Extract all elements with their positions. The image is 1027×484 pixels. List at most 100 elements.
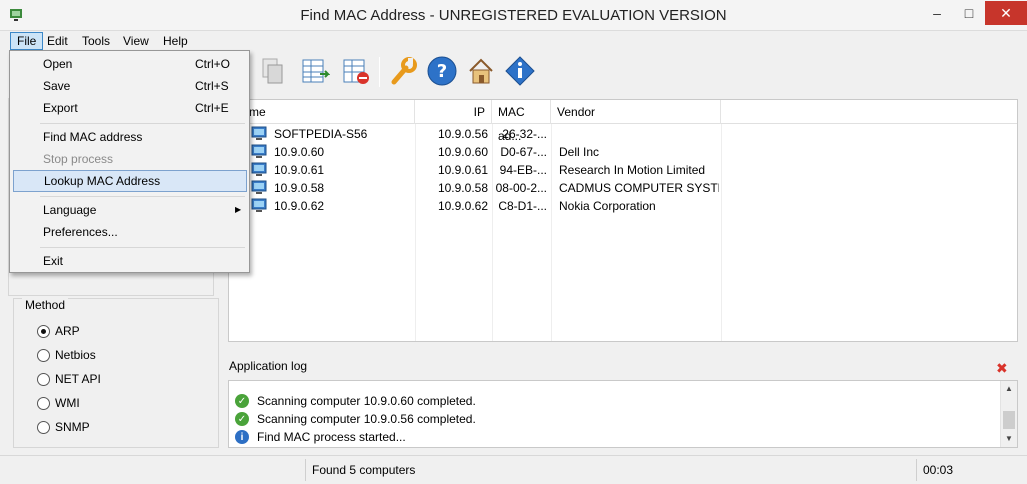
menu-item-label: Language [43, 203, 97, 217]
status-divider [916, 459, 917, 481]
toolbar-separator [379, 57, 380, 87]
log-scrollbar[interactable]: ▲ ▼ [1000, 381, 1017, 447]
radio-netbios[interactable]: Netbios [37, 347, 96, 363]
cell-ip: 10.9.0.61 [437, 163, 488, 177]
menu-bar: File Edit Tools View Help [0, 31, 1027, 51]
menu-item-label: Lookup MAC Address [44, 174, 161, 188]
list-header: me IP MAC ad... Vendor [229, 100, 1017, 143]
radio-arp[interactable]: ARP [37, 323, 80, 339]
menu-item-preferences[interactable]: Preferences... [13, 221, 247, 243]
radio-label: WMI [55, 396, 80, 410]
menu-item-shortcut: Ctrl+S [195, 79, 229, 93]
menu-help[interactable]: Help [157, 32, 194, 50]
results-list[interactable]: me IP MAC ad... Vendor SOFTPEDIA-S56 10.… [228, 99, 1018, 342]
table-row[interactable]: 10.9.0.61 10.9.0.61 94-EB-... Research I… [229, 161, 1017, 179]
radio-label: ARP [55, 324, 80, 338]
svg-text:?: ? [437, 61, 447, 82]
table-row[interactable]: 10.9.0.58 10.9.0.58 08-00-2... CADMUS CO… [229, 179, 1017, 197]
menu-item-language[interactable]: Language ▶ [13, 199, 247, 221]
submenu-arrow-icon: ▶ [235, 205, 242, 214]
file-menu-dropdown: Open Ctrl+O Save Ctrl+S Export Ctrl+E Fi… [9, 50, 250, 273]
cell-vendor: CADMUS COMPUTER SYSTE... [559, 181, 719, 195]
log-entry: i Find MAC process started... [235, 428, 406, 446]
table-row[interactable]: 10.9.0.60 10.9.0.60 D0-67-... Dell Inc [229, 143, 1017, 161]
radio-snmp[interactable]: SNMP [37, 419, 90, 435]
column-header-mac[interactable]: MAC ad... [492, 100, 551, 143]
copy-icon[interactable] [254, 53, 290, 89]
cell-mac: 08-00-2... [495, 181, 547, 195]
menu-item-export[interactable]: Export Ctrl+E [13, 97, 247, 119]
cell-ip: 10.9.0.56 [437, 127, 488, 141]
cell-mac: 26-32-... [502, 127, 547, 141]
minimize-button[interactable]: – [923, 1, 951, 25]
cell-name: 10.9.0.58 [274, 181, 325, 195]
menu-file[interactable]: File [10, 32, 44, 50]
log-entry: ✓ Scanning computer 10.9.0.56 completed. [235, 410, 476, 428]
log-text: Scanning computer 10.9.0.56 completed. [257, 412, 476, 426]
method-group: Method ARP Netbios NET API WMI SNMP [13, 298, 219, 448]
cell-mac: C8-D1-... [498, 199, 547, 213]
table-remove-icon[interactable] [338, 53, 374, 89]
radio-button-checked[interactable] [37, 324, 50, 338]
scroll-down-arrow-icon[interactable]: ▼ [1001, 431, 1017, 447]
scroll-up-arrow-icon[interactable]: ▲ [1001, 381, 1017, 397]
cell-vendor: Nokia Corporation [559, 199, 656, 213]
table-row[interactable]: SOFTPEDIA-S56 10.9.0.56 26-32-... [229, 125, 1017, 143]
radio-button[interactable] [37, 372, 50, 386]
column-header-ip[interactable]: IP [415, 100, 492, 124]
computer-icon [251, 180, 267, 194]
menu-tools[interactable]: Tools [76, 32, 116, 50]
computer-icon [251, 198, 267, 212]
radio-wmi[interactable]: WMI [37, 395, 80, 411]
cell-ip: 10.9.0.60 [437, 145, 488, 159]
checkmark-icon: ✓ [235, 394, 249, 408]
menu-item-lookup-mac[interactable]: Lookup MAC Address [13, 170, 247, 192]
table-export-icon[interactable] [297, 53, 333, 89]
help-icon[interactable]: ? [424, 53, 460, 89]
computer-icon [251, 126, 267, 140]
menu-item-save[interactable]: Save Ctrl+S [13, 75, 247, 97]
computer-icon [251, 162, 267, 176]
menu-item-stop-process: Stop process [13, 148, 247, 170]
tools-wrench-icon[interactable] [385, 53, 421, 89]
log-title: Application log [229, 359, 308, 373]
menu-edit[interactable]: Edit [41, 32, 74, 50]
menu-view[interactable]: View [117, 32, 155, 50]
computer-icon [251, 144, 267, 158]
home-icon[interactable] [463, 53, 499, 89]
radio-button[interactable] [37, 348, 50, 362]
menu-item-label: Preferences... [43, 225, 118, 239]
maximize-button[interactable]: □ [955, 1, 983, 25]
close-log-icon[interactable]: ✖ [996, 360, 1008, 377]
scroll-thumb[interactable] [1003, 411, 1015, 429]
cell-name: 10.9.0.62 [274, 199, 325, 213]
application-log[interactable]: ✓ Scanning computer 10.9.0.60 completed.… [228, 380, 1018, 448]
radio-net-api[interactable]: NET API [37, 371, 101, 387]
cell-name: SOFTPEDIA-S56 [274, 127, 368, 141]
menu-item-label: Find MAC address [43, 130, 143, 144]
radio-button[interactable] [37, 420, 50, 434]
radio-label: Netbios [55, 348, 96, 362]
cell-ip: 10.9.0.62 [437, 199, 488, 213]
close-button[interactable]: ✕ [985, 1, 1027, 25]
column-header-name[interactable]: me [229, 100, 415, 124]
log-text: Find MAC process started... [257, 430, 406, 444]
method-title: Method [22, 298, 69, 312]
status-message: Found 5 computers [312, 463, 416, 477]
window-title: Find MAC Address - UNREGISTERED EVALUATI… [300, 7, 727, 24]
menu-item-exit[interactable]: Exit [13, 250, 247, 272]
radio-label: NET API [55, 372, 101, 386]
menu-item-label: Open [43, 57, 73, 71]
menu-item-open[interactable]: Open Ctrl+O [13, 53, 247, 75]
menu-separator [40, 196, 245, 197]
cell-vendor: Dell Inc [559, 145, 600, 159]
table-row[interactable]: 10.9.0.62 10.9.0.62 C8-D1-... Nokia Corp… [229, 197, 1017, 215]
column-header-vendor[interactable]: Vendor [551, 100, 721, 124]
cell-mac: D0-67-... [500, 145, 547, 159]
menu-item-find-mac[interactable]: Find MAC address [13, 126, 247, 148]
cell-vendor [559, 125, 719, 143]
cell-name: 10.9.0.60 [274, 145, 325, 159]
log-entry: ✓ Scanning computer 10.9.0.60 completed. [235, 392, 476, 410]
info-icon[interactable] [502, 53, 538, 89]
radio-button[interactable] [37, 396, 50, 410]
